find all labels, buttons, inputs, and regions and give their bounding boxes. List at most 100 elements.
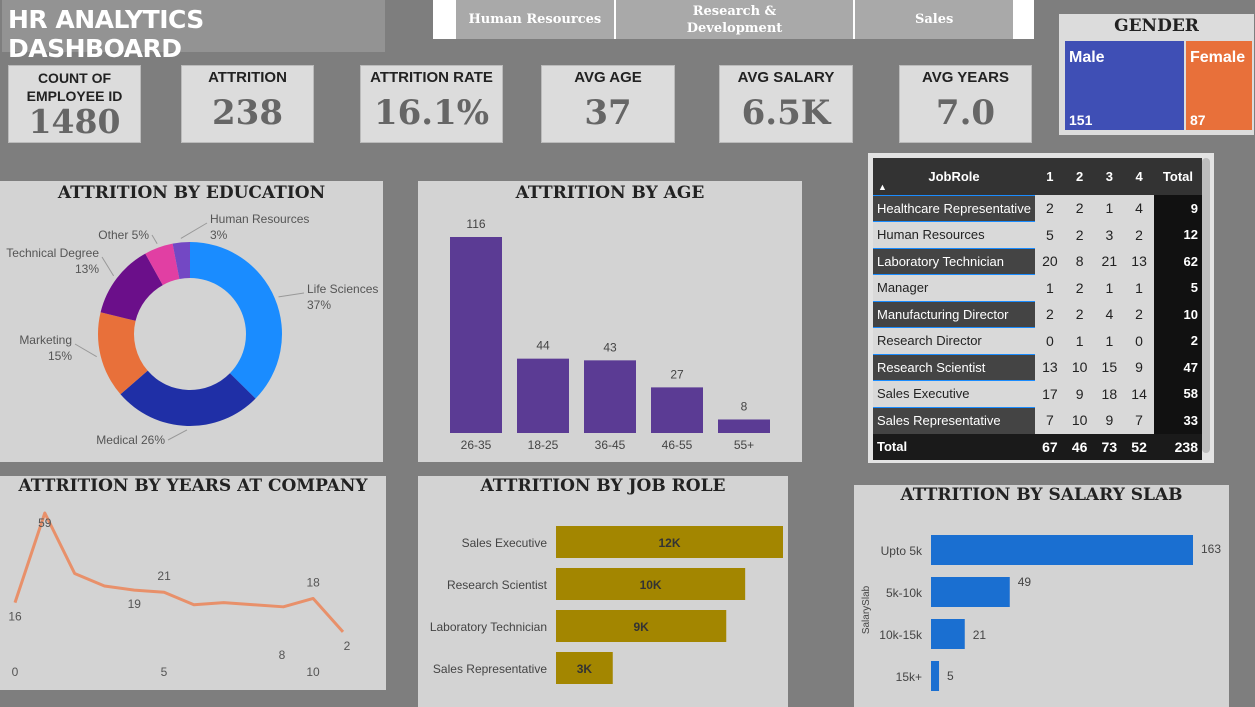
salary-bar-value: 163 bbox=[1201, 542, 1221, 556]
salary-category-label: 15k+ bbox=[896, 670, 922, 684]
jobrole-bar-value: 9K bbox=[633, 620, 649, 634]
salary-bar[interactable] bbox=[931, 619, 965, 649]
years-line-chart: 16 59 19 21 18 2 0 5 8 10 bbox=[8, 511, 351, 679]
sort-icon[interactable]: ▲ bbox=[878, 182, 887, 192]
tab-research-development[interactable]: Research & Development bbox=[615, 0, 854, 39]
matrix-cell: 21 bbox=[1094, 248, 1125, 275]
matrix-cell: 4 bbox=[1094, 301, 1125, 328]
matrix-cell: 2 bbox=[1124, 301, 1154, 328]
gender-male-block[interactable]: Male 151 bbox=[1065, 41, 1184, 130]
gender-title: GENDER bbox=[1114, 16, 1199, 36]
matrix-header-col[interactable]: 1 bbox=[1035, 158, 1065, 195]
gender-card: GENDER Male 151 Female 87 bbox=[1059, 14, 1254, 135]
kpi-attrition: ATTRITION 238 bbox=[181, 65, 314, 143]
years-data-label: 21 bbox=[157, 569, 171, 583]
salary-bar-value: 21 bbox=[973, 628, 987, 642]
salary-bar[interactable] bbox=[931, 661, 940, 691]
salary-bar[interactable] bbox=[931, 535, 1193, 565]
donut-slice-life-sciences[interactable] bbox=[190, 242, 282, 399]
age-bar[interactable] bbox=[450, 237, 502, 433]
age-bar[interactable] bbox=[584, 360, 636, 433]
kpi-value: 6.5K bbox=[741, 93, 831, 133]
donut-pct-label: 37% bbox=[307, 298, 331, 312]
donut-label: Other 5% bbox=[98, 228, 149, 242]
age-bar[interactable] bbox=[517, 358, 569, 433]
age-category-label: 18-25 bbox=[528, 438, 559, 452]
dashboard-title: HR ANALYTICS DASHBOARD bbox=[2, 0, 385, 63]
matrix-row-total: 2 bbox=[1153, 327, 1202, 354]
jobrole-panel: ATTRITION BY JOB ROLE 12K Sales Executive… bbox=[418, 476, 788, 707]
donut-leader-line bbox=[151, 234, 158, 245]
kpi-avg-salary: AVG SALARY 6.5K bbox=[719, 65, 853, 143]
matrix-row[interactable]: Manager 1 2 1 1 5 bbox=[873, 274, 1202, 301]
matrix-cell: 2 bbox=[1035, 195, 1065, 222]
gender-male-label: Male bbox=[1069, 49, 1105, 66]
years-data-label: 18 bbox=[307, 575, 321, 589]
tab-human-resources[interactable]: Human Resources bbox=[456, 0, 614, 39]
age-bar-value: 27 bbox=[670, 367, 684, 381]
tab-sales[interactable]: Sales bbox=[855, 0, 1014, 39]
matrix-header-col[interactable]: 4 bbox=[1124, 158, 1154, 195]
salary-category-label: 10k-15k bbox=[879, 628, 923, 642]
matrix-row-total: 9 bbox=[1153, 195, 1202, 222]
matrix-cell: 9 bbox=[1064, 380, 1095, 407]
matrix-cell: 13 bbox=[1124, 248, 1154, 275]
salary-category-label: Upto 5k bbox=[881, 544, 923, 558]
age-bar[interactable] bbox=[718, 419, 770, 433]
matrix-header-jobrole[interactable]: JobRole ▲ bbox=[873, 158, 1035, 195]
matrix-row[interactable]: Human Resources 5 2 3 2 12 bbox=[873, 221, 1202, 248]
age-bar[interactable] bbox=[651, 387, 703, 433]
matrix-row[interactable]: Sales Executive 17 9 18 14 58 bbox=[873, 380, 1202, 407]
matrix-row[interactable]: Research Scientist 13 10 15 9 47 bbox=[873, 353, 1202, 381]
matrix-cell: 7 bbox=[1035, 407, 1065, 434]
age-panel: ATTRITION BY AGE 116 26-35 44 18-25 43 36-45 2… bbox=[418, 181, 802, 462]
jobrole-category-label: Research Scientist bbox=[447, 578, 548, 592]
matrix-row[interactable]: Manufacturing Director 2 2 4 2 10 bbox=[873, 300, 1202, 328]
years-data-label: 2 bbox=[344, 639, 351, 653]
matrix-header-col[interactable]: 3 bbox=[1094, 158, 1125, 195]
gender-female-value: 87 bbox=[1190, 112, 1206, 128]
donut-slice-medical[interactable] bbox=[120, 370, 256, 427]
age-bar-value: 43 bbox=[603, 340, 617, 354]
matrix-cell: 13 bbox=[1035, 354, 1065, 381]
kpi-value: 238 bbox=[212, 93, 283, 133]
gender-female-block[interactable]: Female 87 bbox=[1186, 41, 1252, 130]
matrix-header-col[interactable]: Total bbox=[1153, 158, 1202, 195]
matrix-cell: 1 bbox=[1124, 274, 1154, 301]
matrix-total-row: Total 67 46 73 52 238 bbox=[873, 433, 1202, 460]
age-category-label: 36-45 bbox=[595, 438, 626, 452]
age-category-label: 46-55 bbox=[662, 438, 693, 452]
kpi-avg-age: AVG AGE 37 bbox=[541, 65, 675, 143]
salary-bar[interactable] bbox=[931, 577, 1010, 607]
matrix-row-total: 5 bbox=[1153, 274, 1202, 301]
matrix-row-label: Sales Representative bbox=[873, 406, 1035, 434]
age-category-label: 26-35 bbox=[461, 438, 492, 452]
years-line[interactable] bbox=[13, 511, 345, 633]
matrix-cell: 0 bbox=[1124, 327, 1154, 354]
gender-female-label: Female bbox=[1190, 49, 1246, 66]
jobrole-table: JobRole ▲ 1 2 3 4 Total Healthcare Representati… bbox=[873, 158, 1202, 460]
matrix-total-cell: 46 bbox=[1064, 433, 1095, 460]
matrix-row-label: Manufacturing Director bbox=[873, 300, 1035, 328]
donut-leader-line bbox=[167, 429, 188, 441]
matrix-row[interactable]: Sales Representative 7 10 9 7 33 bbox=[873, 406, 1202, 434]
matrix-row-total: 10 bbox=[1153, 301, 1202, 328]
jobrole-bar-value: 3K bbox=[577, 662, 593, 676]
age-category-label: 55+ bbox=[734, 438, 754, 452]
matrix-row[interactable]: Laboratory Technician 20 8 21 13 62 bbox=[873, 247, 1202, 275]
kpi-attrition-rate: ATTRITION RATE 16.1% bbox=[360, 65, 503, 143]
matrix-scrollbar[interactable] bbox=[1202, 158, 1210, 453]
matrix-row-label: Research Director bbox=[873, 327, 1035, 354]
years-panel: ATTRITION BY YEARS AT COMPANY 16 59 19 21 18… bbox=[0, 476, 386, 690]
matrix-row-label: Manager bbox=[873, 274, 1035, 301]
matrix-cell: 10 bbox=[1064, 354, 1095, 381]
matrix-header-col[interactable]: 2 bbox=[1064, 158, 1095, 195]
matrix-row[interactable]: Healthcare Representative 2 2 1 4 9 bbox=[873, 194, 1202, 222]
matrix-cell: 20 bbox=[1035, 248, 1065, 275]
jobrole-category-label: Sales Executive bbox=[462, 536, 548, 550]
matrix-row[interactable]: Research Director 0 1 1 0 2 bbox=[873, 327, 1202, 354]
donut-label: Human Resources bbox=[210, 212, 309, 226]
kpi-employee-count: COUNT OF EMPLOYEE ID 1480 bbox=[8, 65, 141, 143]
education-panel: ATTRITION BY EDUCATION Life Sciences 37% M… bbox=[0, 181, 383, 462]
donut-label: Medical 26% bbox=[96, 433, 165, 447]
